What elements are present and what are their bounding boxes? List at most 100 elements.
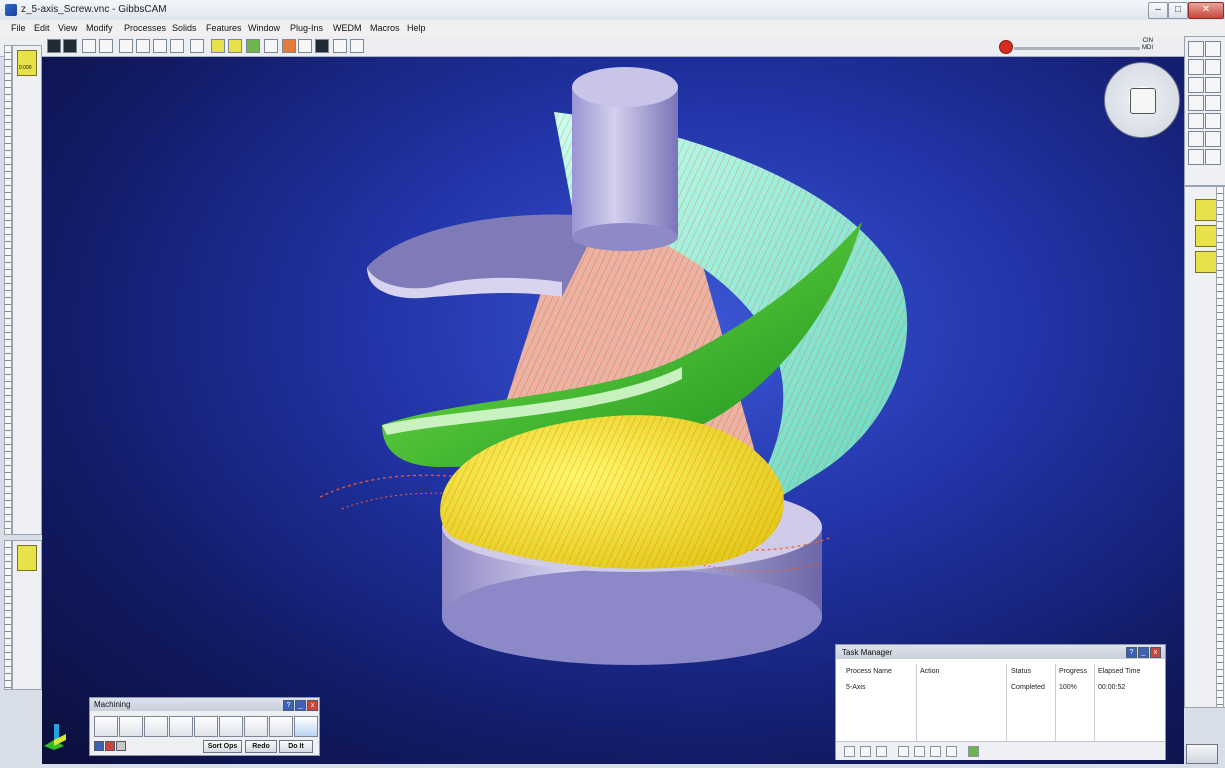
progress-track <box>1014 47 1140 50</box>
row-status: Completed <box>1011 684 1045 691</box>
menu-wedm[interactable]: WEDM <box>333 23 362 33</box>
menu-processes[interactable]: Processes <box>124 23 166 33</box>
menu-bar: File Edit View Modify Processes Solids F… <box>0 20 1225 37</box>
select-icon[interactable] <box>1188 59 1204 75</box>
move-bottom-icon[interactable] <box>946 746 957 757</box>
redo-button[interactable]: Redo <box>245 740 277 753</box>
solid-color-icon[interactable] <box>153 39 167 53</box>
minimize-icon[interactable]: _ <box>295 700 306 711</box>
menu-solids[interactable]: Solids <box>172 23 197 33</box>
multiaxis-tool-icon[interactable] <box>219 716 243 737</box>
menu-window[interactable]: Window <box>248 23 280 33</box>
grid-icon[interactable] <box>333 39 347 53</box>
menu-edit[interactable]: Edit <box>34 23 50 33</box>
solids-icon[interactable] <box>1188 113 1204 129</box>
box-view-icon[interactable] <box>82 39 96 53</box>
maximize-button[interactable]: □ <box>1168 2 1188 19</box>
delete-process-icon[interactable] <box>105 741 115 751</box>
operation-tile-2[interactable] <box>1195 225 1217 247</box>
render-mode-icon[interactable] <box>211 39 225 53</box>
operation-tile-3[interactable] <box>1195 251 1217 273</box>
wireframe-view-icon[interactable] <box>63 39 77 53</box>
close-icon[interactable]: x <box>307 700 318 711</box>
sort-ops-button[interactable]: Sort Ops <box>203 740 242 753</box>
menu-plugins[interactable]: Plug-Ins <box>290 23 323 33</box>
app-icon <box>5 4 17 16</box>
new-doc-icon[interactable] <box>1188 41 1204 57</box>
view-cube-icon[interactable] <box>1130 88 1156 114</box>
roughing-tool-icon[interactable] <box>144 716 168 737</box>
verify-tool-icon[interactable] <box>294 716 318 737</box>
stop-icon[interactable] <box>999 40 1013 54</box>
column-divider <box>916 664 917 742</box>
stop-task-icon[interactable] <box>876 746 887 757</box>
layer-icon[interactable] <box>1205 77 1221 93</box>
move-top-icon[interactable] <box>898 746 909 757</box>
menu-view[interactable]: View <box>58 23 77 33</box>
cylinder-view-icon[interactable] <box>99 39 113 53</box>
task-manager-toolbar <box>836 741 1165 760</box>
help-icon[interactable]: ? <box>1126 647 1137 658</box>
view-navigation-wheel[interactable] <box>1104 62 1180 138</box>
column-elapsed-time[interactable]: Elapsed Time <box>1098 668 1140 675</box>
solid-icon[interactable] <box>246 39 260 53</box>
row-process-name[interactable]: 5-Axis <box>846 684 865 691</box>
coordinate-tile[interactable]: 0.000 <box>17 50 37 76</box>
status-button[interactable] <box>1186 744 1218 764</box>
tool-tile[interactable] <box>17 545 37 571</box>
options-icon[interactable] <box>1205 131 1221 147</box>
machining-palette: Machining ? _ x Sort Ops Redo Do It <box>89 697 320 756</box>
help-icon[interactable]: ? <box>283 700 294 711</box>
minimize-button[interactable]: – <box>1148 2 1168 19</box>
machine-icon[interactable] <box>1188 95 1204 111</box>
column-progress[interactable]: Progress <box>1059 668 1087 675</box>
utility-tool-icon[interactable] <box>269 716 293 737</box>
flag-icon[interactable] <box>1205 149 1221 165</box>
column-process-name[interactable]: Process Name <box>846 668 892 675</box>
pointer-icon[interactable] <box>298 39 312 53</box>
part-icon[interactable] <box>1188 77 1204 93</box>
point-icon[interactable] <box>119 39 133 53</box>
play-icon[interactable] <box>844 746 855 757</box>
thread-tool-icon[interactable] <box>194 716 218 737</box>
menu-file[interactable]: File <box>11 23 26 33</box>
column-status[interactable]: Status <box>1011 668 1031 675</box>
move-up-icon[interactable] <box>914 746 925 757</box>
pause-icon[interactable] <box>860 746 871 757</box>
minimize-icon[interactable]: _ <box>1138 647 1149 658</box>
operation-icon[interactable] <box>1205 95 1221 111</box>
close-icon[interactable]: x <box>1150 647 1161 658</box>
render-icon[interactable] <box>1188 131 1204 147</box>
do-it-button[interactable]: Do It <box>279 740 313 753</box>
hide-icon[interactable] <box>190 39 204 53</box>
close-button[interactable]: ✕ <box>1188 2 1224 19</box>
lock-icon[interactable] <box>116 741 126 751</box>
stock-icon[interactable] <box>315 39 329 53</box>
curve-icon[interactable] <box>1205 59 1221 75</box>
fill-icon[interactable] <box>170 39 184 53</box>
copy-icon[interactable] <box>1205 41 1221 57</box>
column-action[interactable]: Action <box>920 668 939 675</box>
menu-help[interactable]: Help <box>407 23 426 33</box>
menu-macros[interactable]: Macros <box>370 23 400 33</box>
move-down-icon[interactable] <box>930 746 941 757</box>
row-elapsed-time: 00:00:52 <box>1098 684 1126 691</box>
surface-icon[interactable] <box>228 39 242 53</box>
shaded-view-icon[interactable] <box>47 39 61 53</box>
clear-completed-icon[interactable] <box>968 746 979 757</box>
operation-tile-1[interactable] <box>1195 199 1217 221</box>
drill-tool-icon[interactable] <box>94 716 118 737</box>
pen-icon[interactable] <box>1205 113 1221 129</box>
contour-tool-icon[interactable] <box>119 716 143 737</box>
settings-icon[interactable] <box>1188 149 1204 165</box>
tool-icon[interactable] <box>282 39 296 53</box>
snap-icon[interactable] <box>350 39 364 53</box>
surfacing-tool-icon[interactable] <box>169 716 193 737</box>
rectangle-icon[interactable] <box>136 39 150 53</box>
5axis-tool-icon[interactable] <box>244 716 268 737</box>
toolpath-icon[interactable] <box>264 39 278 53</box>
menu-modify[interactable]: Modify <box>86 23 113 33</box>
process-icon[interactable] <box>94 741 104 751</box>
menu-features[interactable]: Features <box>206 23 242 33</box>
coordinate-value: 0.000 <box>19 65 32 71</box>
